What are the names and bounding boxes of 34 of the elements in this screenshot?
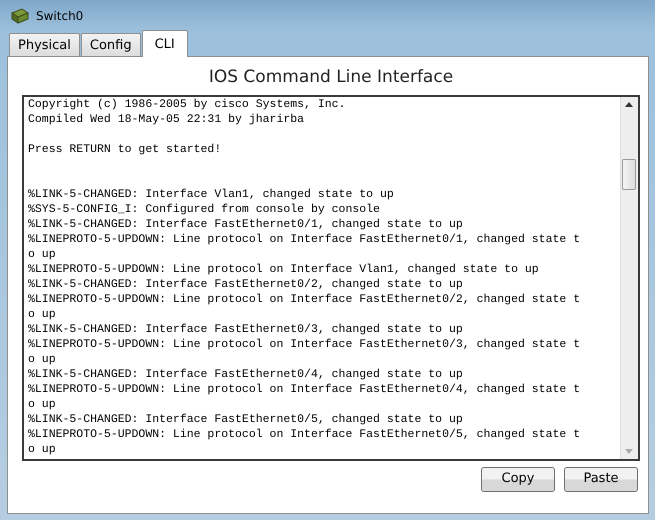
console-line: %LINK-5-CHANGED: Interface FastEthernet0/1, changed state to up xyxy=(28,216,464,232)
tab[interactable]: Config xyxy=(80,32,141,56)
scroll-down-icon[interactable] xyxy=(625,448,633,454)
console-line: %LINEPROTO-5-UPDOWN: Line protocol on Interface Vlan1, changed state to up xyxy=(28,262,540,276)
console-line: o up xyxy=(28,352,57,366)
console-line: %SYS-5-CONFIG_I: Configured from console by console xyxy=(28,202,381,216)
scroll-up-icon[interactable] xyxy=(625,102,633,106)
console-line: %LINEPROTO-5-UPDOWN: Line protocol on Interface FastEthernet0/2, changed state t xyxy=(28,292,582,306)
console-line: o up xyxy=(28,396,57,412)
console-line: Copyright (c) 1986-2005 by cisco Systems, Inc. xyxy=(28,96,346,112)
console-line: %LINEPROTO-5-UPDOWN: Line protocol on Interface FastEthernet0/1, changed state t xyxy=(28,232,582,246)
console-line: %LINK-5-CHANGED: Interface Vlan1, changed state to up xyxy=(28,186,395,202)
action-button[interactable]: Copy xyxy=(481,466,555,492)
tab[interactable]: CLI xyxy=(142,30,188,57)
console-line: o up xyxy=(28,246,57,262)
console-line: %LINEPROTO-5-UPDOWN: Line protocol on Interface FastEthernet0/5, changed state t xyxy=(28,426,582,442)
action-button[interactable]: Paste xyxy=(564,466,638,492)
window-title: Switch0 xyxy=(36,8,84,24)
console-line: Press RETURN to get started! xyxy=(28,142,222,156)
console-line: Compiled Wed 18-May-05 22:31 by jharirba xyxy=(28,112,306,126)
console-line: %LINK-5-CHANGED: Interface FastEthernet0/4, changed state to up xyxy=(28,366,464,382)
console-line: %LINK-5-CHANGED: Interface FastEthernet0/2, changed state to up xyxy=(28,276,464,292)
console-line: %LINEPROTO-5-UPDOWN: Line protocol on Interface FastEthernet0/3, changed state t xyxy=(28,336,582,352)
console-line: o up xyxy=(28,306,57,322)
panel-heading: IOS Command Line Interface xyxy=(208,66,454,89)
scroll-thumb[interactable] xyxy=(622,158,636,190)
console-line: o up xyxy=(28,442,57,456)
console-line: %LINK-5-CHANGED: Interface FastEthernet0/5, changed state to up xyxy=(28,412,464,426)
console-line: %LINK-5-CHANGED: Interface FastEthernet0/3, changed state to up xyxy=(28,322,464,336)
scrollbar[interactable] xyxy=(620,96,638,458)
console-line: %LINEPROTO-5-UPDOWN: Line protocol on Interface FastEthernet0/4, changed state t xyxy=(28,382,582,396)
console-output[interactable] xyxy=(22,94,640,460)
switch-icon xyxy=(10,6,30,24)
tab[interactable]: Physical xyxy=(9,32,80,56)
